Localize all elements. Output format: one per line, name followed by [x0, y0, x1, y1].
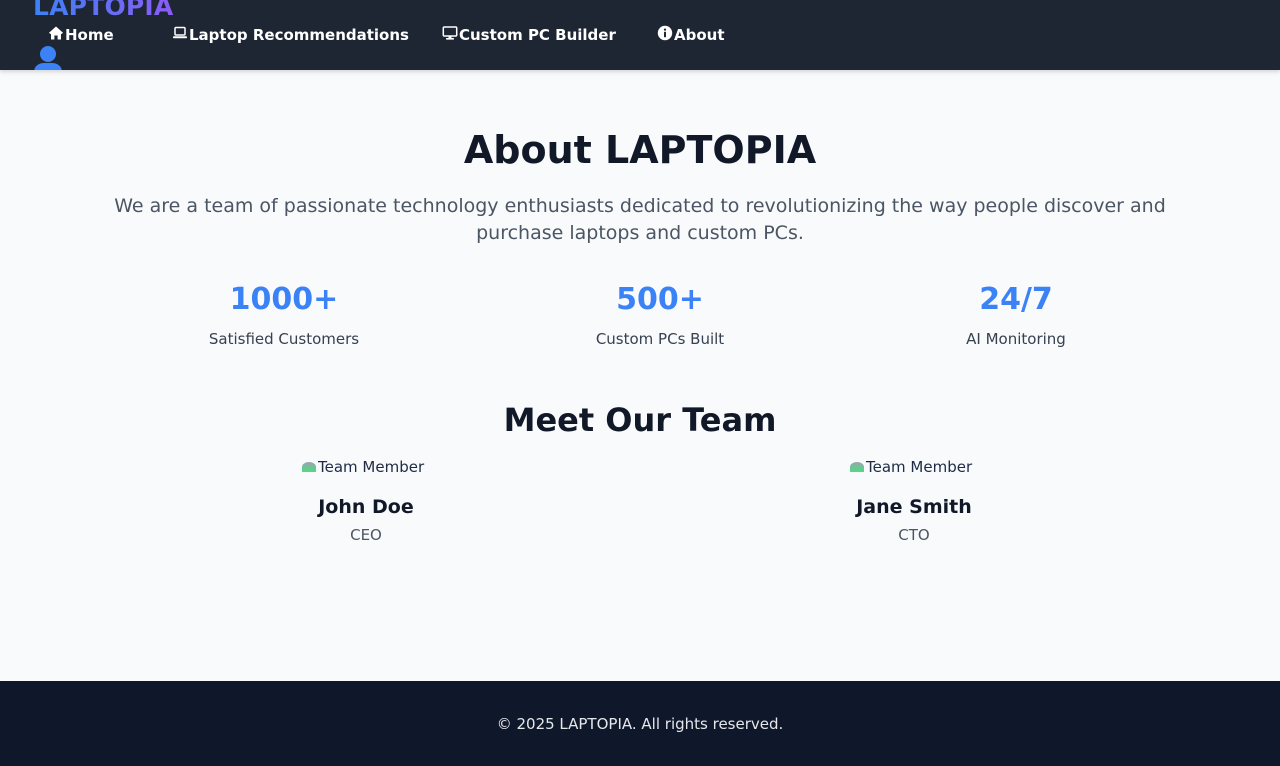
- nav-laptop-recommendations-label: Laptop Recommendations: [189, 26, 409, 44]
- nav-about-label: About: [674, 26, 725, 44]
- copyright-text: © 2025 LAPTOPIA. All rights reserved.: [496, 715, 784, 733]
- team-member-role: CTO: [898, 526, 930, 544]
- site-footer: © 2025 LAPTOPIA. All rights reserved.: [0, 681, 1280, 766]
- site-logo[interactable]: LAPTOPIA: [33, 0, 173, 22]
- stat-label: Satisfied Customers: [208, 330, 360, 348]
- nav-about-link[interactable]: About: [657, 24, 725, 46]
- stat-custom-pcs-built: 500+ Custom PCs Built: [510, 280, 810, 349]
- stat-satisfied-customers: 1000+ Satisfied Customers: [134, 280, 434, 349]
- page-title: About LAPTOPIA: [463, 128, 817, 172]
- stat-value: 24/7: [979, 282, 1053, 317]
- laptop-icon: [172, 25, 188, 41]
- nav-home-label: Home: [65, 26, 114, 44]
- team-member-photo-alt: Team Member 1: [318, 458, 430, 476]
- team-section-title: Meet Our Team: [503, 401, 777, 439]
- broken-image-icon: [850, 462, 864, 472]
- desktop-icon: [442, 25, 458, 41]
- stat-value: 1000+: [229, 282, 339, 317]
- about-page: About LAPTOPIA We are a team of passiona…: [0, 70, 1280, 681]
- team-member-photo-alt: Team Member 2: [866, 458, 978, 476]
- team-member-role: CEO: [350, 526, 382, 544]
- user-icon[interactable]: [33, 44, 63, 70]
- info-circle-icon: [657, 25, 673, 41]
- stat-ai-monitoring: 24/7 AI Monitoring: [866, 280, 1166, 349]
- home-icon: [48, 25, 64, 41]
- nav-home-link[interactable]: Home: [48, 24, 114, 46]
- team-member-photo: Team Member 1: [302, 457, 430, 477]
- nav-laptop-recommendations-link[interactable]: Laptop Recommendations: [172, 24, 409, 46]
- team-member-photo: Team Member 2: [850, 457, 978, 477]
- stat-label: AI Monitoring: [966, 330, 1066, 348]
- nav-custom-pc-builder-label: Custom PC Builder: [459, 26, 616, 44]
- stat-label: Custom PCs Built: [595, 330, 725, 348]
- about-intro-text: We are a team of passionate technology e…: [114, 195, 1166, 244]
- team-member-card: Team Member 1 John Doe CEO: [216, 457, 516, 545]
- team-member-name: Jane Smith: [856, 496, 972, 518]
- team-member-name: John Doe: [318, 496, 414, 518]
- top-navbar: LAPTOPIA Home Laptop Recommendations Cus…: [0, 0, 1280, 70]
- team-member-card: Team Member 2 Jane Smith CTO: [764, 457, 1064, 545]
- broken-image-icon: [302, 462, 316, 472]
- stat-value: 500+: [616, 282, 704, 317]
- nav-custom-pc-builder-link[interactable]: Custom PC Builder: [442, 24, 616, 46]
